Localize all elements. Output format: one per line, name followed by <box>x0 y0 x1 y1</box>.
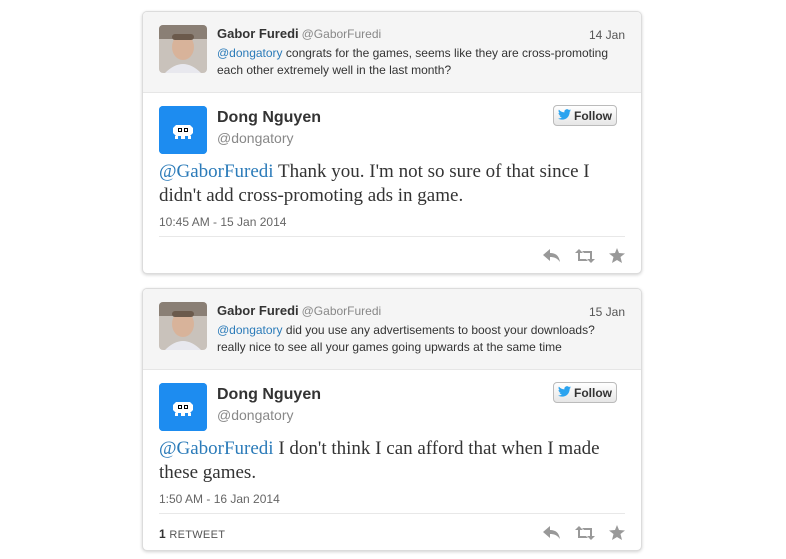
tweet-timestamp[interactable]: 1:50 AM - 16 Jan 2014 <box>159 492 280 506</box>
author-handle[interactable]: @GaborFuredi <box>302 304 382 318</box>
tweet-actions <box>543 248 625 268</box>
tweet-actions <box>543 525 625 545</box>
tweet-text: @dongatory congrats for the games, seems… <box>217 46 609 77</box>
reply-icon[interactable] <box>543 248 561 268</box>
author-name[interactable]: Dong Nguyen <box>217 386 321 404</box>
tweet-date[interactable]: 15 Jan <box>589 305 625 319</box>
divider <box>159 513 625 514</box>
author-handle[interactable]: @dongatory <box>217 130 293 146</box>
favorite-icon[interactable] <box>609 525 625 545</box>
reply-header: Dong Nguyen @dongatory Follow <box>143 370 641 431</box>
author-handle[interactable]: @GaborFuredi <box>302 27 382 41</box>
follow-button[interactable]: Follow <box>553 382 617 403</box>
divider <box>159 236 625 237</box>
favorite-icon[interactable] <box>609 248 625 268</box>
follow-label: Follow <box>574 108 612 123</box>
retweet-icon[interactable] <box>575 525 595 545</box>
mention-link[interactable]: @GaborFuredi <box>159 161 274 182</box>
tweet-text: @dongatory did you use any advertisement… <box>217 323 595 354</box>
mention-link[interactable]: @dongatory <box>217 323 283 337</box>
twitter-bird-icon <box>558 385 571 400</box>
mention-link[interactable]: @GaborFuredi <box>159 438 274 459</box>
author-name[interactable]: Dong Nguyen <box>217 109 321 127</box>
avatar[interactable] <box>159 106 207 154</box>
tweet-timestamp[interactable]: 10:45 AM - 15 Jan 2014 <box>159 215 286 229</box>
parent-tweet[interactable]: Gabor Furedi @GaborFuredi 14 Jan @dongato… <box>143 12 641 93</box>
author-handle[interactable]: @dongatory <box>217 407 293 423</box>
avatar[interactable] <box>159 25 207 73</box>
follow-label: Follow <box>574 385 612 400</box>
retweet-count[interactable]: 1 RETWEET <box>159 527 225 541</box>
reply-header: Dong Nguyen @dongatory Follow <box>143 93 641 154</box>
twitter-bird-icon <box>558 108 571 123</box>
parent-tweet[interactable]: Gabor Furedi @GaborFuredi 15 Jan @dongato… <box>143 289 641 370</box>
reply-icon[interactable] <box>543 525 561 545</box>
retweet-icon[interactable] <box>575 248 595 268</box>
tweet-card: Gabor Furedi @GaborFuredi 15 Jan @dongato… <box>142 288 642 551</box>
avatar[interactable] <box>159 302 207 350</box>
avatar[interactable] <box>159 383 207 431</box>
author-name[interactable]: Gabor Furedi @GaborFuredi <box>217 26 381 41</box>
reply-text: @GaborFuredi Thank you. I'm not so sure … <box>159 161 590 206</box>
tweet-card: Gabor Furedi @GaborFuredi 14 Jan @dongato… <box>142 11 642 274</box>
mention-link[interactable]: @dongatory <box>217 46 283 60</box>
tweet-date[interactable]: 14 Jan <box>589 28 625 42</box>
author-name[interactable]: Gabor Furedi @GaborFuredi <box>217 303 381 318</box>
follow-button[interactable]: Follow <box>553 105 617 126</box>
reply-text: @GaborFuredi I don't think I can afford … <box>159 438 600 483</box>
